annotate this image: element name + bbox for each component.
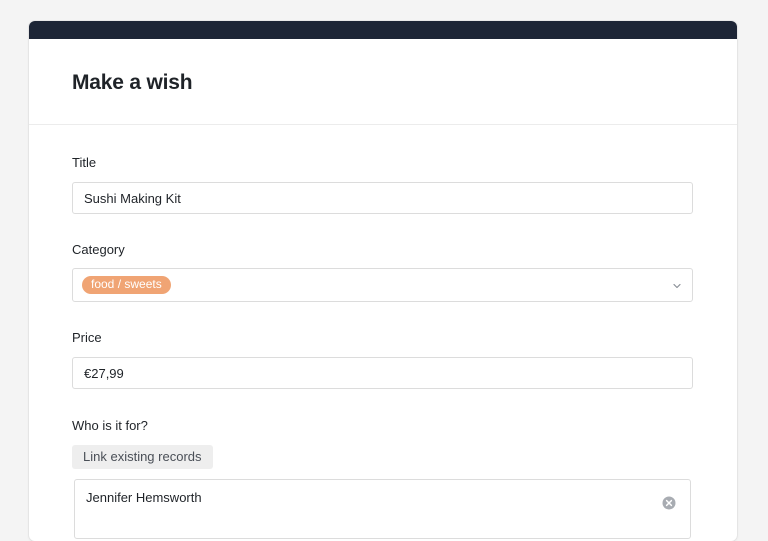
title-input[interactable] bbox=[72, 182, 693, 214]
chevron-down-icon[interactable] bbox=[671, 280, 683, 292]
price-input[interactable] bbox=[72, 357, 693, 389]
price-label: Price bbox=[72, 330, 102, 345]
linked-record-card[interactable]: Jennifer Hemsworth bbox=[74, 479, 691, 539]
form-header: Make a wish bbox=[29, 39, 737, 125]
link-existing-records-button[interactable]: Link existing records bbox=[72, 445, 213, 469]
category-label: Category bbox=[72, 242, 125, 257]
form-top-bar bbox=[29, 21, 737, 39]
wish-form-card: Make a wish Title Category food / sweets… bbox=[29, 21, 737, 541]
title-label: Title bbox=[72, 155, 97, 170]
form-body: Title Category food / sweets Price Who i… bbox=[29, 125, 737, 539]
page-title: Make a wish bbox=[72, 70, 193, 94]
linked-record-name: Jennifer Hemsworth bbox=[86, 490, 202, 505]
close-circle-icon[interactable] bbox=[662, 496, 676, 510]
who-for-label: Who is it for? bbox=[72, 418, 148, 433]
category-tag: food / sweets bbox=[82, 276, 171, 294]
category-select[interactable]: food / sweets bbox=[72, 268, 693, 302]
